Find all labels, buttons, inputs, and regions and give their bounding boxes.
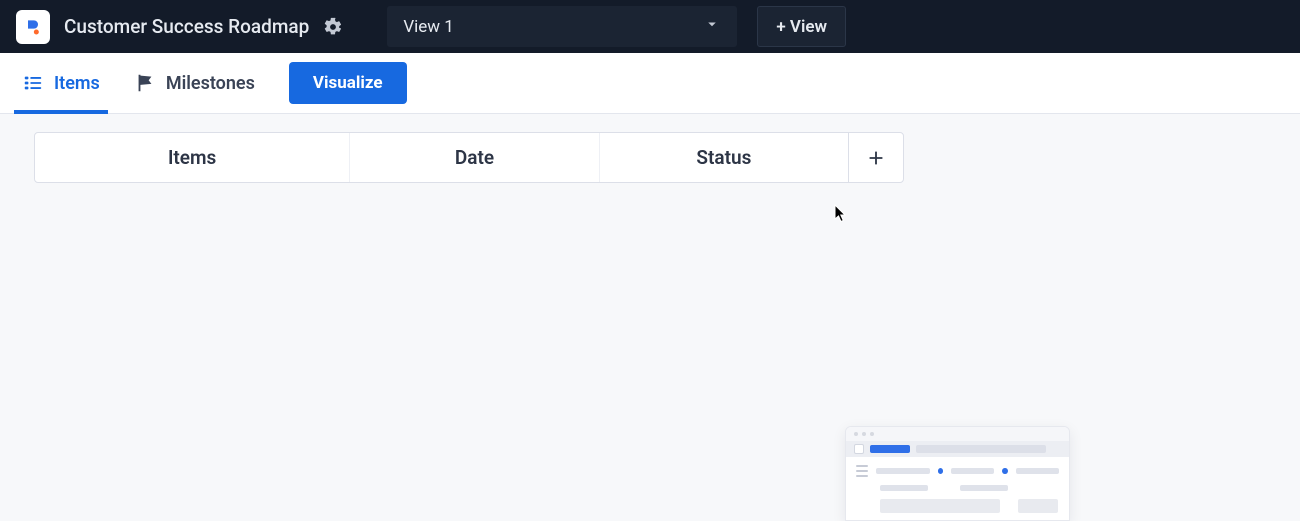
tabs-row: Items Milestones Visualize (0, 53, 1300, 114)
app-logo-icon (23, 17, 43, 37)
mouse-cursor-icon (834, 204, 848, 224)
tab-milestones[interactable]: Milestones (134, 53, 255, 113)
column-header-status[interactable]: Status (600, 133, 849, 182)
column-header-date[interactable]: Date (350, 133, 599, 182)
gear-icon (323, 17, 343, 37)
tab-items[interactable]: Items (22, 53, 100, 113)
content-area: Items Date Status (0, 114, 1300, 201)
visualize-button[interactable]: Visualize (289, 62, 407, 104)
tab-items-label: Items (54, 73, 100, 94)
view-dropdown[interactable]: View 1 (387, 6, 737, 47)
visualize-label: Visualize (313, 73, 383, 93)
plus-icon (865, 147, 887, 169)
view-dropdown-label: View 1 (403, 17, 454, 37)
tab-milestones-label: Milestones (166, 73, 255, 94)
app-logo[interactable] (16, 10, 50, 44)
add-view-label: + View (776, 17, 827, 37)
roadmap-title: Customer Success Roadmap (64, 15, 309, 38)
column-header-items[interactable]: Items (35, 133, 350, 182)
add-view-button[interactable]: + View (757, 6, 846, 47)
flag-icon (134, 72, 156, 94)
empty-state-illustration (845, 426, 1070, 521)
column-header-row: Items Date Status (34, 132, 904, 183)
settings-button[interactable] (323, 17, 343, 37)
add-column-button[interactable] (849, 133, 903, 182)
top-bar: Customer Success Roadmap View 1 + View (0, 0, 1300, 53)
list-icon (22, 72, 44, 94)
chevron-down-icon (703, 15, 721, 38)
